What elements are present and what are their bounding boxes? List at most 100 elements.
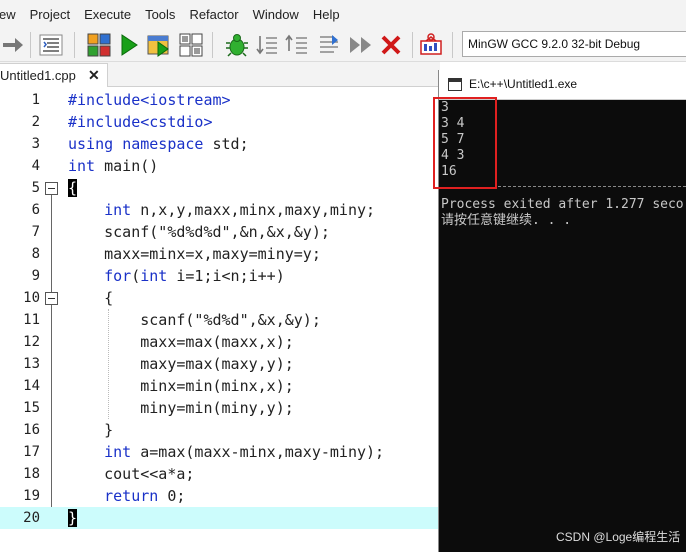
code-text: maxy=max(maxy,y); — [68, 355, 294, 373]
run-icon[interactable] — [116, 32, 142, 58]
code-line[interactable]: 10 { — [0, 287, 440, 309]
watermark: CSDN @Loge编程生活 — [556, 530, 681, 544]
indent-format-icon[interactable] — [38, 32, 64, 58]
fold-toggle-icon[interactable] — [45, 292, 58, 305]
rebuild-icon[interactable] — [178, 32, 204, 58]
compile-run-icon[interactable] — [146, 32, 172, 58]
code-line[interactable]: 16 } — [0, 419, 440, 441]
line-number: 10 — [23, 290, 40, 306]
code-line[interactable]: 4 int main() — [0, 155, 440, 177]
menu-refactor[interactable]: Refactor — [189, 7, 238, 22]
menu-window[interactable]: Window — [253, 7, 299, 22]
line-number: 7 — [31, 224, 40, 240]
code-line[interactable]: 17 int a=max(maxx-minx,maxy-miny); — [0, 441, 440, 463]
code-text: } — [68, 421, 114, 439]
keyword-token: <iostream> — [140, 91, 231, 109]
line-number: 2 — [31, 114, 40, 130]
menu-tools[interactable]: Tools — [145, 7, 175, 22]
code-line[interactable]: 1 #include<iostream> — [0, 89, 440, 111]
line-number: 1 — [31, 92, 40, 108]
code-line[interactable]: 13 maxy=max(maxy,y); — [0, 353, 440, 375]
code-line[interactable]: 9 for(int i=1;i<n;i++) — [0, 265, 440, 287]
code-line[interactable]: 5{ — [0, 177, 440, 199]
tab-title: Untitled1.cpp — [0, 68, 76, 83]
code-text: return 0; — [104, 487, 186, 505]
code-line[interactable]: 3 using namespace std; — [0, 133, 440, 155]
line-number: 17 — [23, 444, 40, 460]
close-icon[interactable]: ✕ — [88, 67, 100, 84]
console-exit-line: Process exited after 1.277 seco — [441, 197, 684, 212]
line-number: 13 — [23, 356, 40, 372]
menu-bar: ew Project Execute Tools Refactor Window… — [0, 0, 686, 28]
console-separator — [498, 186, 686, 187]
code-line[interactable]: 11 scanf("%d%d",&x,&y); — [0, 309, 440, 331]
line-number: 16 — [23, 422, 40, 438]
toolbar-separator — [74, 32, 75, 58]
keyword-token: int — [104, 443, 132, 461]
line-number: 4 — [31, 158, 40, 174]
code-line[interactable]: 7 scanf("%d%d%d",&n,&x,&y); — [0, 221, 440, 243]
keyword-token: #include — [68, 113, 141, 131]
menu-project[interactable]: Project — [30, 7, 70, 22]
code-line[interactable]: 19 return 0; — [0, 485, 440, 507]
menu-help[interactable]: Help — [313, 7, 340, 22]
console-title-bar[interactable]: E:\c++\Untitled1.exe — [439, 70, 686, 100]
toolbar-separator — [452, 32, 453, 58]
code-text: { — [68, 289, 114, 307]
step-over-icon[interactable] — [284, 32, 310, 58]
console-title: E:\c++\Untitled1.exe — [469, 77, 578, 91]
code-text: minx=min(minx,x); — [68, 377, 294, 395]
console-window-icon — [448, 78, 462, 91]
keyword-token: int — [140, 267, 168, 285]
code-line[interactable]: 8 maxx=minx=x,maxy=miny=y; — [0, 243, 440, 265]
code-line[interactable]: 18 cout<<a*a; — [0, 463, 440, 485]
toggle-breakpoint-icon[interactable] — [316, 32, 342, 58]
profile-icon[interactable] — [418, 32, 444, 58]
code-text: } — [68, 507, 78, 529]
compiler-select[interactable]: MinGW GCC 9.2.0 32-bit Debug — [462, 31, 686, 57]
code-line[interactable]: 20} — [0, 507, 440, 529]
debug-icon[interactable] — [224, 32, 250, 58]
code-line[interactable]: 12 maxx=max(maxx,x); — [0, 331, 440, 353]
line-number: 19 — [23, 488, 40, 504]
step-icon[interactable] — [254, 32, 280, 58]
toolbar-separator — [212, 32, 213, 58]
line-number: 20 — [23, 510, 40, 526]
code-text: scanf("%d%d%d",&n,&x,&y); — [68, 223, 330, 241]
line-number: 3 — [31, 136, 40, 152]
code-line[interactable]: 2 #include<cstdio> — [0, 111, 440, 133]
code-editor[interactable]: 1 #include<iostream> 2 #include<cstdio> 3 usi… — [0, 88, 440, 552]
keyword-token: #include — [68, 91, 141, 109]
keyword-token: using — [68, 135, 114, 153]
fold-toggle-icon[interactable] — [45, 182, 58, 195]
code-text: int a=max(maxx-minx,maxy-miny); — [104, 443, 385, 461]
keyword-token: for — [104, 267, 132, 285]
keyword-token: int — [104, 201, 132, 219]
toolbar: MinGW GCC 9.2.0 32-bit Debug — [0, 28, 686, 62]
line-number: 15 — [23, 400, 40, 416]
code-text: cout<<a*a; — [68, 465, 195, 483]
code-line[interactable]: 6 int n,x,y,maxx,minx,maxy,miny; — [0, 199, 440, 221]
code-text: miny=min(miny,y); — [68, 399, 294, 417]
compile-icon[interactable] — [86, 32, 112, 58]
code-line[interactable]: 15 miny=min(miny,y); — [0, 397, 440, 419]
stop-debug-icon[interactable] — [378, 32, 404, 58]
code-line[interactable]: 14 minx=min(minx,x); — [0, 375, 440, 397]
line-number: 9 — [31, 268, 40, 284]
code-text: for(int i=1;i<n;i++) — [104, 267, 285, 285]
line-number: 14 — [23, 378, 40, 394]
matched-brace: { — [68, 179, 78, 197]
arrow-right-icon[interactable] — [0, 32, 26, 58]
code-text: #include<iostream> — [68, 89, 231, 111]
code-text: maxx=max(maxx,x); — [68, 333, 294, 351]
line-number: 8 — [31, 246, 40, 262]
toolbar-separator — [412, 32, 413, 58]
keyword-token: int — [68, 157, 96, 175]
continue-icon[interactable] — [348, 32, 374, 58]
menu-execute[interactable]: Execute — [84, 7, 131, 22]
menu-view[interactable]: ew — [0, 7, 16, 22]
toolbar-separator — [30, 32, 31, 58]
line-number: 11 — [23, 312, 40, 328]
code-text: scanf("%d%d",&x,&y); — [68, 311, 321, 329]
tab-untitled1[interactable]: Untitled1.cpp ✕ — [0, 63, 108, 87]
